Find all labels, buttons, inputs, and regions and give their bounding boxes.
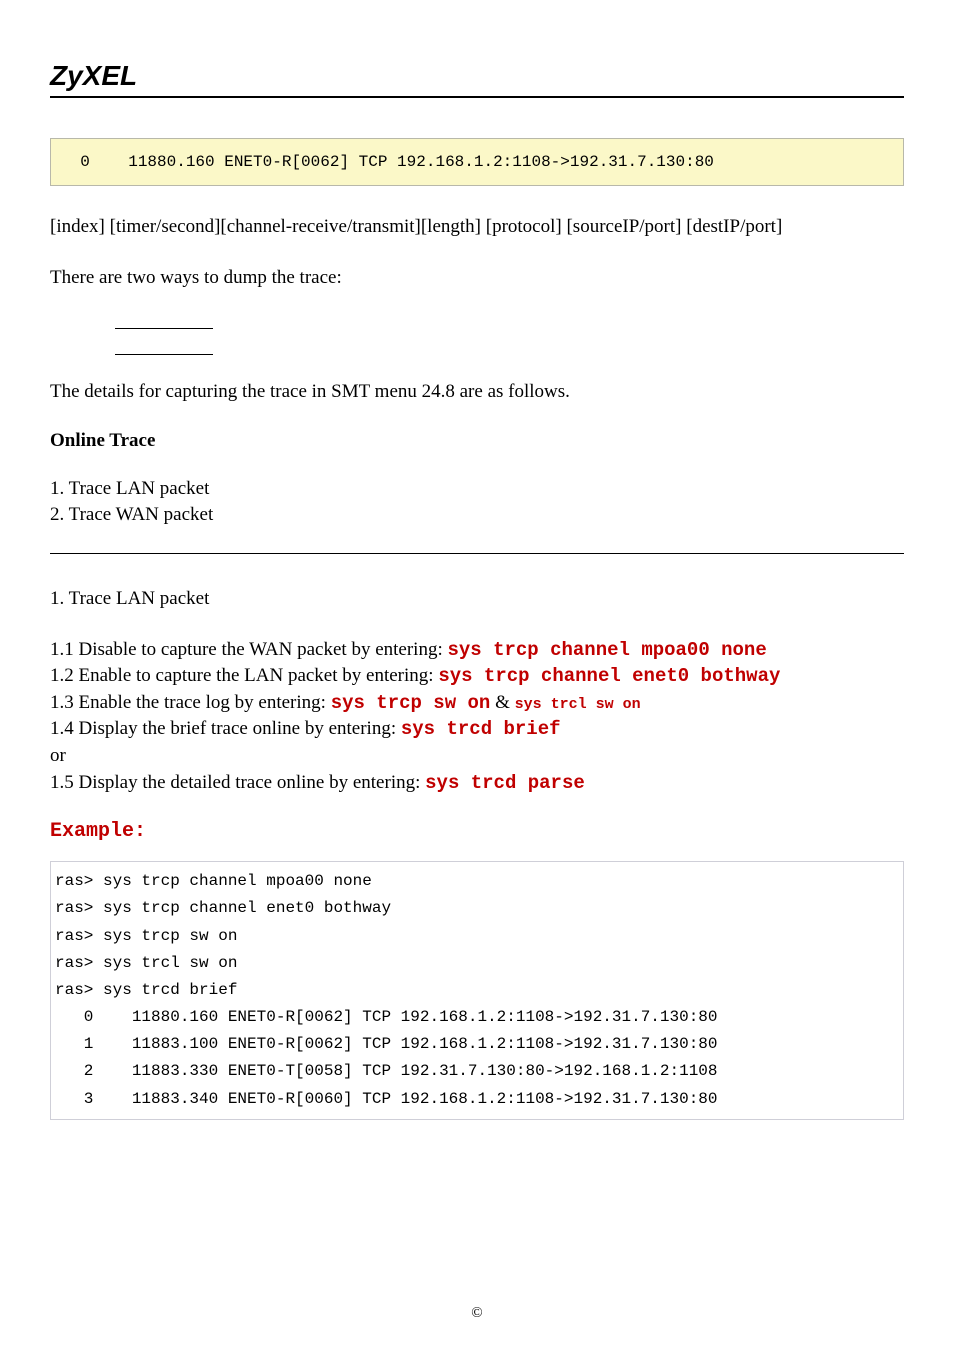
section-online-trace: Online Trace [50, 430, 904, 452]
list-item: 2. Trace WAN packet [50, 502, 904, 529]
terminal-output: ras> sys trcp channel mpoa00 none ras> s… [50, 861, 904, 1120]
step-text: 1.2 Enable to capture the LAN packet by … [50, 665, 438, 686]
step-text: 1.1 Disable to capture the WAN packet by… [50, 639, 447, 660]
step-text: 1.5 Display the detailed trace online by… [50, 772, 425, 793]
blank-line [115, 315, 213, 329]
command: sys trcp sw on [331, 692, 491, 714]
blank-lines-block [115, 315, 904, 355]
step-line: 1.4 Display the brief trace online by en… [50, 716, 904, 743]
sub-header: 1. Trace LAN packet [50, 586, 904, 613]
step-text: 1.3 Enable the trace log by entering: [50, 692, 331, 713]
step-line: 1.2 Enable to capture the LAN packet by … [50, 663, 904, 690]
step-line: or [50, 743, 904, 770]
step-text: 1.4 Display the brief trace online by en… [50, 718, 401, 739]
brand-logo: ZyXEL [50, 60, 904, 92]
command: sys trcp channel enet0 bothway [438, 665, 780, 687]
step-line: 1.1 Disable to capture the WAN packet by… [50, 637, 904, 664]
two-ways-text: There are two ways to dump the trace: [50, 265, 904, 292]
header-rule [50, 96, 904, 98]
divider [50, 553, 904, 554]
command: sys trcp channel mpoa00 none [447, 639, 766, 661]
command: sys trcl sw on [515, 696, 641, 713]
footer-copyright: © [0, 1305, 954, 1322]
command: sys trcd brief [401, 718, 561, 740]
step-line: 1.3 Enable the trace log by entering: sy… [50, 690, 904, 717]
command: sys trcd parse [425, 772, 585, 794]
blank-line [115, 341, 213, 355]
example-heading: Example: [50, 820, 904, 843]
details-text: The details for capturing the trace in S… [50, 379, 904, 406]
code-box-top: 0 11880.160 ENET0-R[0062] TCP 192.168.1.… [50, 138, 904, 186]
list-item: 1. Trace LAN packet [50, 476, 904, 503]
field-description: [index] [timer/second][channel-receive/t… [50, 214, 904, 241]
step-text: & [490, 692, 514, 713]
step-line: 1.5 Display the detailed trace online by… [50, 770, 904, 797]
